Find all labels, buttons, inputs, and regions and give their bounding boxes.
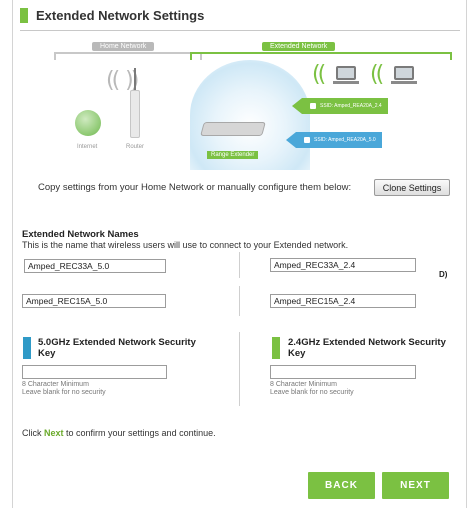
ssid-50-primary-input[interactable] [24, 259, 166, 273]
laptop-icon-2 [391, 66, 417, 84]
column-divider [239, 252, 240, 278]
back-button[interactable]: BACK [308, 472, 375, 499]
extended-names-heading: Extended Network Names [22, 229, 139, 240]
security-50-accent-bar [23, 337, 31, 359]
hint-min-length: 8 Character Minimum [270, 381, 337, 388]
security-24-accent-bar [272, 337, 280, 359]
ssid-50-secondary-input[interactable] [22, 294, 166, 308]
home-network-bracket [54, 52, 202, 60]
confirm-prefix: Click [22, 428, 44, 438]
lock-icon [310, 102, 316, 109]
confirm-instruction: Click Next to confirm your settings and … [22, 428, 216, 438]
extended-wifi-icon-2: (( [370, 62, 384, 87]
lock-icon [304, 136, 310, 143]
ssid-24-primary-input[interactable] [270, 258, 416, 272]
clone-instruction: Copy settings from your Home Network or … [38, 182, 352, 193]
security-key-50-title: 5.0GHz Extended Network Security Key [38, 337, 196, 359]
ssid-24-arrow [292, 98, 302, 114]
internet-label: Internet [77, 144, 98, 150]
hint-blank-security: Leave blank for no security [22, 389, 106, 396]
ssid-24-secondary-input[interactable] [270, 294, 416, 308]
ssid-50-arrow [286, 132, 296, 148]
range-extender-label: Range Extender [207, 151, 259, 159]
ssid-24-text: SSID: Amped_REA20A_2.4 [320, 103, 382, 109]
hint-blank-security: Leave blank for no security [270, 389, 354, 396]
extended-network-bracket [190, 52, 452, 60]
range-extender-icon [200, 122, 266, 136]
router-label: Router [126, 144, 145, 150]
security-key-24-hint: 8 Character Minimum Leave blank for no s… [270, 381, 354, 397]
extended-network-label: Extended Network [262, 42, 336, 51]
extended-wifi-icon-1: (( [312, 62, 326, 87]
security-key-50-input[interactable] [22, 365, 167, 379]
title-accent-bar [20, 8, 28, 23]
title-divider [20, 30, 460, 31]
ssid-24-tag: SSID: Amped_REA20A_2.4 [302, 98, 388, 114]
column-divider [239, 332, 240, 406]
ssid-50-tag: SSID: Amped_REA20A_5.0 [296, 132, 382, 148]
security-key-24-input[interactable] [270, 365, 416, 379]
confirm-suffix: to confirm your settings and continue. [63, 428, 216, 438]
clone-settings-button[interactable]: Clone Settings [374, 179, 450, 196]
home-network-label: Home Network [92, 42, 155, 51]
hint-min-length: 8 Character Minimum [22, 381, 89, 388]
router-icon [130, 90, 140, 138]
security-key-24-title: 2.4GHz Extended Network Security Key [288, 337, 446, 359]
laptop-icon-1 [333, 66, 359, 84]
security-key-50-hint: 8 Character Minimum Leave blank for no s… [22, 381, 106, 397]
stray-text: D) [439, 270, 448, 279]
column-divider [239, 286, 240, 316]
extended-names-description: This is the name that wireless users wil… [22, 240, 349, 250]
network-diagram: Home Network Extended Network Internet (… [40, 40, 460, 170]
ssid-50-text: SSID: Amped_REA20A_5.0 [314, 137, 376, 143]
confirm-next-word: Next [44, 428, 64, 438]
internet-globe-icon [75, 110, 101, 136]
router-antenna [134, 68, 136, 92]
page-title: Extended Network Settings [36, 8, 205, 23]
page-header: Extended Network Settings [20, 8, 204, 23]
next-button[interactable]: NEXT [382, 472, 449, 499]
